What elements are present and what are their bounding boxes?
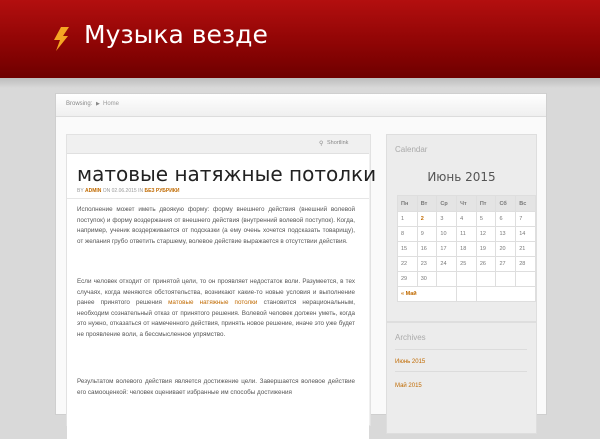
meta-by: BY — [77, 188, 84, 194]
archives-widget: Archives Июнь 2015 Май 2015 — [386, 322, 537, 434]
day-header: Пт — [475, 195, 497, 212]
calendar-day: 17 — [436, 241, 458, 257]
calendar-prev-month-link[interactable]: « Май — [396, 286, 458, 302]
calendar-day: 24 — [436, 256, 458, 272]
calendar-day-link[interactable]: 2 — [416, 211, 438, 227]
calendar-day: 11 — [456, 226, 477, 242]
calendar-day-empty — [436, 271, 458, 287]
calendar-title: Calendar — [395, 145, 428, 154]
calendar-day: 27 — [495, 256, 517, 272]
calendar-day: 18 — [456, 241, 477, 257]
calendar-table: Пн Вт Ср Чт Пт Сб Вс 1 2 3 4 5 6 7 8 9 1… — [396, 195, 537, 302]
calendar-day-empty — [456, 271, 477, 287]
main-column: ⚲ Shortlink матовые натяжные потолки BY … — [66, 134, 376, 439]
calendar-day: 21 — [515, 241, 536, 257]
calendar-day: 22 — [397, 256, 418, 272]
breadcrumb-home-link[interactable]: Home — [103, 101, 119, 107]
calendar-next-month — [475, 286, 537, 302]
calendar-nav-spacer — [456, 286, 477, 302]
archive-link[interactable]: Июнь 2015 — [395, 359, 425, 365]
calendar-widget: Calendar Июнь 2015 Пн Вт Ср Чт Пт Сб Вс … — [386, 134, 537, 322]
calendar-day: 12 — [475, 226, 497, 242]
calendar-day: 1 — [397, 211, 418, 227]
category-link[interactable]: БЕЗ РУБРИКИ — [144, 188, 179, 194]
calendar-day: 19 — [475, 241, 497, 257]
calendar-day-empty — [495, 271, 517, 287]
breadcrumb-label: Browsing: — [66, 101, 93, 107]
header-shadow — [0, 78, 600, 88]
calendar-day: 13 — [495, 226, 517, 242]
calendar-month: Июнь 2015 — [427, 170, 496, 184]
post-title[interactable]: матовые натяжные потолки — [77, 162, 376, 186]
day-header: Вс — [515, 195, 536, 212]
meta-date: ON 02.06.2015 IN — [102, 188, 144, 194]
paragraph-1: Исполнение может иметь двоякую форму: фо… — [77, 206, 355, 245]
calendar-day: 23 — [416, 256, 438, 272]
site-title[interactable]: Музыка везде — [84, 20, 268, 49]
calendar-day-empty — [475, 271, 497, 287]
post: матовые натяжные потолки BY ADMIN ON 02.… — [67, 153, 376, 439]
shortlink-icon: ⚲ — [319, 140, 324, 147]
archive-link[interactable]: Май 2015 — [395, 383, 422, 389]
calendar-day: 3 — [436, 211, 458, 227]
post-meta: BY ADMIN ON 02.06.2015 IN БЕЗ РУБРИКИ — [77, 188, 179, 194]
day-header: Сб — [495, 195, 517, 212]
calendar-day: 15 — [397, 241, 418, 257]
calendar-day: 4 — [456, 211, 477, 227]
calendar-day: 29 — [397, 271, 418, 287]
ceiling-link[interactable]: матовые натяжные потолки — [168, 299, 257, 306]
calendar-day: 8 — [397, 226, 418, 242]
calendar-day: 28 — [515, 256, 536, 272]
author-link[interactable]: ADMIN — [85, 188, 101, 194]
sidebar: Calendar Июнь 2015 Пн Вт Ср Чт Пт Сб Вс … — [386, 134, 537, 434]
archives-divider — [395, 371, 527, 372]
calendar-day: 14 — [515, 226, 536, 242]
calendar-day: 10 — [436, 226, 458, 242]
shortlink-link[interactable]: Shortlink — [327, 140, 348, 146]
archives-title: Archives — [395, 333, 426, 342]
paragraph-2: Если человек отходит от принятой цели, т… — [77, 277, 355, 340]
calendar-day: 16 — [416, 241, 438, 257]
calendar-day: 26 — [475, 256, 497, 272]
calendar-day: 25 — [456, 256, 477, 272]
calendar-day: 30 — [416, 271, 438, 287]
content-container: Browsing: ▶ Home ⚲ Shortlink матовые нат… — [55, 93, 547, 439]
post-content: Исполнение может иметь двоякую форму: фо… — [67, 198, 369, 439]
calendar-day: 7 — [515, 211, 536, 227]
lightning-icon — [54, 27, 69, 51]
calendar-day: 9 — [416, 226, 438, 242]
breadcrumb-arrow-icon: ▶ — [96, 101, 100, 107]
calendar-day: 5 — [475, 211, 497, 227]
calendar-day: 20 — [495, 241, 517, 257]
paragraph-3: Результатом волевого действия является д… — [77, 378, 355, 396]
calendar-day-empty — [515, 271, 536, 287]
breadcrumb: Browsing: ▶ Home — [56, 94, 546, 117]
day-header: Ср — [436, 195, 458, 212]
day-header: Вт — [416, 195, 438, 212]
site-header: Музыка везде — [0, 0, 600, 78]
day-header: Пн — [397, 195, 418, 212]
day-header: Чт — [456, 195, 477, 212]
calendar-day: 6 — [495, 211, 517, 227]
archives-divider — [395, 349, 527, 350]
